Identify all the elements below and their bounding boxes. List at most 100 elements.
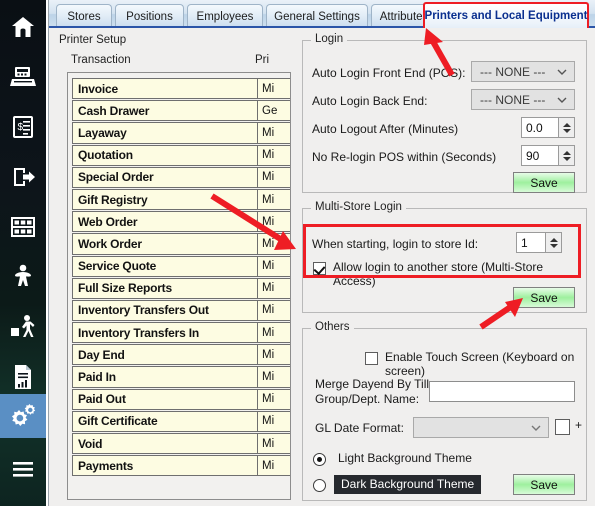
- cell-transaction: Paid In: [72, 366, 258, 388]
- tab-employees[interactable]: Employees: [187, 4, 263, 28]
- cell-transaction: Void: [72, 433, 258, 455]
- home-icon: [10, 15, 36, 39]
- column-header-transaction: Transaction: [71, 54, 131, 66]
- invoice-icon: $: [11, 115, 35, 139]
- login-save-button[interactable]: Save: [513, 172, 575, 193]
- login-group-label: Login: [311, 33, 348, 45]
- stepper-down-icon[interactable]: [562, 156, 571, 161]
- printer-setup-grid[interactable]: Invoice Mi Cash Drawer Ge Layaway Mi Quotat…: [67, 72, 291, 500]
- cell-printer: Mi: [258, 233, 290, 255]
- cell-transaction: Day End: [72, 344, 258, 366]
- login-group: Login Auto Login Front End (POS): --- NO…: [302, 33, 587, 193]
- merge-dayend-input[interactable]: [429, 381, 575, 402]
- table-row[interactable]: Paid Out Mi: [72, 388, 290, 410]
- multi-store-save-button[interactable]: Save: [513, 287, 575, 308]
- employee-icon: [9, 314, 37, 340]
- customer-icon: [11, 264, 35, 290]
- no-relogin-value: 90: [526, 148, 540, 163]
- auto-login-front-end-label: Auto Login Front End (POS):: [312, 66, 466, 80]
- tab-content-panel: Printer Setup Transaction Pri Invoice Mi …: [49, 28, 595, 506]
- table-row[interactable]: Inventory Transfers In Mi: [72, 322, 290, 344]
- allow-multi-store-checkbox[interactable]: [313, 262, 326, 275]
- sidebar-item-inventory[interactable]: [0, 202, 46, 252]
- stepper-up-icon[interactable]: [562, 122, 571, 127]
- store-id-stepper[interactable]: 1: [516, 232, 562, 253]
- dark-theme-label: Dark Background Theme: [334, 475, 482, 494]
- cell-transaction: Service Quote: [72, 255, 258, 277]
- table-row[interactable]: Gift Registry Mi: [72, 188, 290, 211]
- table-row[interactable]: Work Order Mi: [72, 233, 290, 255]
- table-row[interactable]: Web Order Mi: [72, 211, 290, 233]
- others-save-button[interactable]: Save: [513, 474, 575, 495]
- table-row[interactable]: Inventory Transfers Out Mi: [72, 299, 290, 322]
- stepper-up-icon[interactable]: [562, 150, 571, 155]
- table-row[interactable]: Special Order Mi: [72, 166, 290, 188]
- chevron-down-icon: [531, 422, 541, 432]
- table-row[interactable]: Invoice Mi: [72, 78, 290, 100]
- cell-printer: Mi: [258, 322, 290, 344]
- cell-transaction: Invoice: [72, 78, 258, 100]
- gl-date-format-select[interactable]: [413, 417, 549, 438]
- gl-date-plus-checkbox[interactable]: [555, 419, 570, 435]
- table-row[interactable]: Day End Mi: [72, 344, 290, 366]
- auto-login-front-end-select[interactable]: --- NONE ---: [471, 61, 575, 82]
- auto-login-back-end-label: Auto Login Back End:: [312, 94, 428, 108]
- auto-login-front-end-value: --- NONE ---: [480, 64, 546, 79]
- sidebar-item-pos[interactable]: [0, 52, 46, 102]
- cell-transaction: Web Order: [72, 211, 258, 233]
- sidebar-item-customer[interactable]: [0, 252, 46, 302]
- cell-transaction: Gift Certificate: [72, 410, 258, 432]
- no-relogin-label: No Re-login POS within (Seconds): [312, 150, 497, 164]
- sidebar-item-menu[interactable]: [0, 444, 46, 494]
- cell-printer: Mi: [258, 144, 290, 166]
- stepper-arrows[interactable]: [545, 233, 561, 252]
- cell-transaction: Work Order: [72, 233, 258, 255]
- table-row[interactable]: Void Mi: [72, 433, 290, 455]
- table-row[interactable]: Paid In Mi: [72, 366, 290, 388]
- dark-theme-radio[interactable]: [313, 479, 326, 492]
- tab-bar: Stores Positions Employees General Setti…: [49, 0, 595, 28]
- stepper-up-icon[interactable]: [549, 237, 558, 242]
- table-row[interactable]: Service Quote Mi: [72, 255, 290, 277]
- table-row[interactable]: Cash Drawer Ge: [72, 100, 290, 122]
- cell-printer: Mi: [258, 255, 290, 277]
- sidebar-item-settings[interactable]: [0, 394, 46, 438]
- app-sidebar: $: [0, 0, 46, 506]
- auto-logout-value: 0.0: [526, 120, 543, 135]
- merge-dayend-label-line1: Merge Dayend By Till: [315, 377, 430, 391]
- table-row[interactable]: Full Size Reports Mi: [72, 277, 290, 299]
- cell-transaction: Inventory Transfers In: [72, 322, 258, 344]
- table-row[interactable]: Gift Certificate Mi: [72, 410, 290, 432]
- chevron-down-icon: [557, 66, 567, 76]
- settings-window: Stores Positions Employees General Setti…: [48, 0, 595, 506]
- multi-store-group-label: Multi-Store Login: [311, 201, 406, 213]
- stepper-arrows[interactable]: [558, 146, 574, 165]
- tab-general-settings[interactable]: General Settings: [266, 4, 368, 28]
- column-header-printer: Pri: [255, 54, 270, 66]
- auto-logout-stepper[interactable]: 0.0: [521, 117, 575, 138]
- tab-printers-and-local-equipment[interactable]: Printers and Local Equipment: [423, 2, 589, 28]
- chevron-down-icon: [557, 94, 567, 104]
- settings-gears-icon: [8, 403, 38, 429]
- tab-positions[interactable]: Positions: [115, 4, 184, 28]
- enable-touch-screen-checkbox[interactable]: [365, 352, 378, 365]
- tab-stores[interactable]: Stores: [56, 4, 112, 28]
- stepper-arrows[interactable]: [558, 118, 574, 137]
- stepper-down-icon[interactable]: [562, 128, 571, 133]
- cell-transaction: Full Size Reports: [72, 277, 258, 299]
- table-row[interactable]: Layaway Mi: [72, 122, 290, 144]
- light-theme-radio[interactable]: [313, 453, 326, 466]
- printer-setup-title: Printer Setup: [59, 34, 127, 46]
- stepper-down-icon[interactable]: [549, 243, 558, 248]
- sidebar-item-home[interactable]: [0, 2, 46, 52]
- no-relogin-stepper[interactable]: 90: [521, 145, 575, 166]
- table-row[interactable]: Quotation Mi: [72, 144, 290, 166]
- sidebar-item-employee[interactable]: [0, 302, 46, 352]
- auto-login-back-end-select[interactable]: --- NONE ---: [471, 89, 575, 110]
- cell-printer: Mi: [258, 388, 290, 410]
- auto-login-back-end-value: --- NONE ---: [480, 92, 546, 107]
- cell-printer: Mi: [258, 122, 290, 144]
- sidebar-item-invoice[interactable]: $: [0, 102, 46, 152]
- table-row[interactable]: Payments Mi: [72, 455, 290, 477]
- sidebar-item-logout[interactable]: [0, 152, 46, 202]
